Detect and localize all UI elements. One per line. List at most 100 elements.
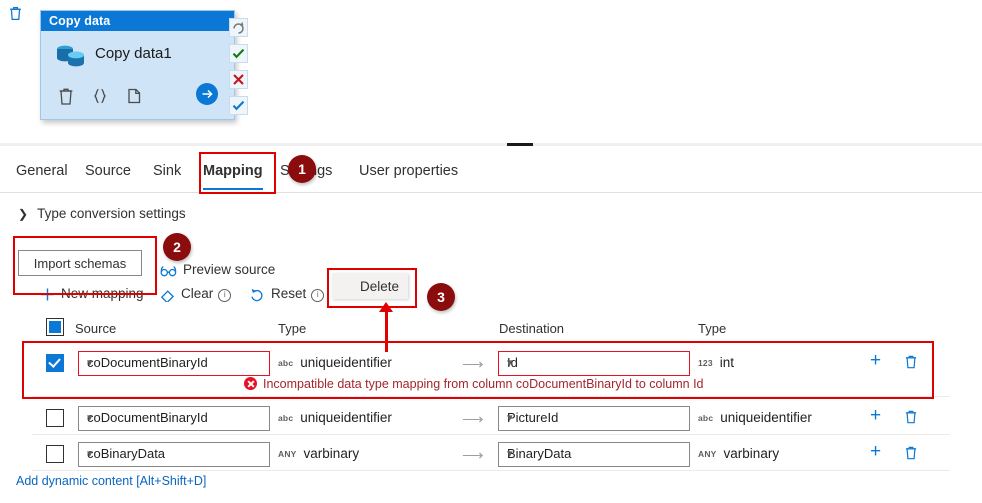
annotation-badge-3: 3 — [427, 283, 455, 311]
table-header-row: Source Type Destination Type — [0, 315, 982, 341]
code-braces-icon[interactable] — [89, 85, 111, 107]
chevron-down-icon: ▾ — [507, 412, 513, 424]
add-row-icon[interactable]: + — [870, 406, 881, 425]
source-type-value: uniqueidentifier — [300, 410, 392, 425]
source-column-dropdown[interactable]: coBinaryData ▾ — [78, 442, 270, 467]
error-icon — [244, 377, 257, 390]
arrow-right-icon[interactable] — [196, 83, 218, 105]
destination-type-tag: abc — [698, 413, 714, 423]
chevron-down-icon: ▾ — [507, 448, 513, 460]
row-checkbox[interactable] — [46, 354, 64, 372]
delete-icon[interactable] — [55, 85, 77, 107]
panel-drag-handle[interactable] — [507, 143, 533, 146]
tab-user-properties[interactable]: User properties — [359, 156, 458, 190]
new-mapping-label: New mapping — [61, 286, 144, 301]
source-type-tag: ANY — [278, 449, 297, 459]
destination-type-cell: 123 int — [698, 355, 734, 370]
destination-type-tag: 123 — [698, 358, 713, 368]
add-row-icon[interactable]: + — [870, 442, 881, 461]
column-header-source: Source — [75, 321, 117, 336]
activity-status-strip — [229, 18, 248, 122]
delete-mapping-button[interactable]: Delete — [332, 273, 408, 299]
success-check-icon[interactable] — [229, 44, 248, 63]
activity-card-title: Copy data1 — [95, 45, 172, 62]
reset-button[interactable]: Reset i — [250, 284, 325, 304]
reset-undo-icon — [251, 288, 263, 302]
destination-type-value: int — [719, 355, 735, 370]
destination-column-dropdown[interactable]: BinaryData ▾ — [498, 442, 690, 467]
reset-info-icon[interactable]: i — [311, 289, 325, 302]
map-arrow-icon: ⟶ — [462, 356, 484, 373]
clone-icon[interactable] — [123, 85, 145, 107]
tab-mapping[interactable]: Mapping — [203, 156, 263, 190]
annotation-badge-2: 2 — [163, 233, 191, 261]
source-type-cell: abc uniqueidentifier — [278, 355, 392, 370]
failure-x-icon[interactable] — [229, 70, 248, 89]
destination-type-tag: ANY — [698, 449, 717, 459]
type-conversion-settings-toggle[interactable]: ❯ Type conversion settings — [18, 206, 186, 221]
chevron-down-icon: ▾ — [507, 357, 513, 369]
delete-row-icon[interactable] — [904, 445, 918, 460]
table-row: coBinaryData ▾ ANY varbinary ⟶ BinaryData… — [32, 434, 950, 471]
eraser-icon — [160, 290, 175, 302]
annotation-badge-1: 1 — [288, 155, 316, 183]
tab-bar: General Source Sink Mapping Settings Use… — [0, 156, 982, 193]
source-type-cell: ANY varbinary — [278, 446, 359, 461]
activity-card-body: Copy data1 — [41, 31, 234, 119]
column-header-source-type: Type — [278, 321, 307, 336]
table-row: coDocumentBinaryId ▾ abc uniqueidentifier… — [32, 343, 950, 397]
plus-icon — [41, 288, 54, 301]
trash-icon — [10, 6, 21, 21]
add-row-icon[interactable]: + — [870, 351, 881, 370]
reset-label: Reset — [271, 286, 307, 301]
chevron-right-icon: ❯ — [18, 207, 29, 221]
tab-sink[interactable]: Sink — [153, 156, 181, 190]
row-error-text: Incompatible data type mapping from colu… — [263, 377, 704, 391]
annotation-arrow-line — [385, 310, 388, 352]
source-type-value: varbinary — [303, 446, 360, 461]
table-row: coDocumentBinaryId ▾ abc uniqueidentifier… — [32, 398, 950, 435]
source-type-value: uniqueidentifier — [300, 355, 392, 370]
source-type-cell: abc uniqueidentifier — [278, 410, 392, 425]
column-header-destination: Destination — [499, 321, 565, 336]
panel-divider — [0, 143, 982, 146]
clear-button[interactable]: Clear i — [160, 284, 232, 304]
chevron-down-icon: ▾ — [87, 448, 93, 460]
map-arrow-icon: ⟶ — [462, 447, 484, 464]
completion-check-icon[interactable] — [229, 96, 248, 115]
destination-column-dropdown[interactable]: Id ▾ — [498, 351, 690, 376]
import-schemas-button[interactable]: Import schemas — [18, 250, 142, 276]
delete-row-icon[interactable] — [904, 409, 918, 424]
new-mapping-button[interactable]: New mapping — [40, 284, 144, 304]
chevron-down-icon: ▾ — [87, 412, 93, 424]
row-error-message: Incompatible data type mapping from colu… — [244, 377, 704, 391]
delete-row-icon[interactable] — [904, 354, 918, 369]
annotation-arrow-head — [379, 302, 393, 312]
destination-type-cell: abc uniqueidentifier — [698, 410, 812, 425]
chevron-down-icon: ▾ — [87, 357, 93, 369]
source-column-dropdown[interactable]: coDocumentBinaryId ▾ — [78, 351, 270, 376]
clear-info-icon[interactable]: i — [218, 289, 232, 302]
map-arrow-icon: ⟶ — [462, 411, 484, 428]
preview-source-label: Preview source — [183, 262, 276, 277]
tab-source[interactable]: Source — [85, 156, 131, 190]
destination-type-value: varbinary — [723, 446, 780, 461]
retry-icon[interactable] — [229, 18, 248, 37]
clear-label: Clear — [181, 286, 214, 301]
add-dynamic-content-link[interactable]: Add dynamic content [Alt+Shift+D] — [16, 474, 206, 488]
copy-data-icon — [57, 45, 84, 67]
destination-type-cell: ANY varbinary — [698, 446, 779, 461]
type-conversion-settings-label: Type conversion settings — [37, 206, 186, 221]
row-checkbox[interactable] — [46, 445, 64, 463]
mapping-toolbar: New mapping Preview source Clear i Reset i — [0, 240, 982, 302]
activity-card-header: Copy data — [41, 11, 234, 31]
row-checkbox[interactable] — [46, 409, 64, 427]
source-column-dropdown[interactable]: coDocumentBinaryId ▾ — [78, 406, 270, 431]
destination-column-dropdown[interactable]: PictureId ▾ — [498, 406, 690, 431]
destination-type-value: uniqueidentifier — [720, 410, 812, 425]
tab-general[interactable]: General — [16, 156, 68, 190]
preview-source-button[interactable]: Preview source — [160, 260, 275, 280]
activity-card[interactable]: Copy data Copy data1 — [40, 10, 235, 120]
column-header-destination-type: Type — [698, 321, 727, 336]
preview-eyeglasses-icon — [160, 265, 177, 277]
